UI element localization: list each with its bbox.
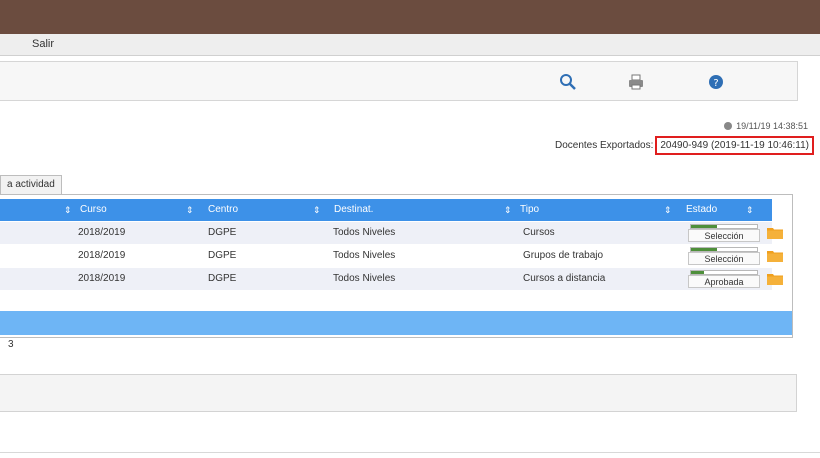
table-row[interactable]: 2018/2019 DGPE Todos Niveles Grupos de t…	[0, 245, 783, 267]
cell-curso: 2018/2019	[78, 273, 126, 284]
status-badge: Selección	[688, 224, 760, 243]
lower-panel	[0, 374, 797, 412]
grid-footer	[0, 311, 792, 335]
cell-tipo: Cursos a distancia	[523, 273, 606, 284]
cell-destinat: Todos Niveles	[333, 227, 396, 238]
export-info: Docentes Exportados: 20490-949 (2019-11-…	[555, 136, 814, 155]
tab-actividad[interactable]: a actividad	[0, 175, 62, 194]
sort-icon[interactable]: ⇕	[504, 199, 512, 221]
cell-curso: 2018/2019	[78, 227, 126, 238]
help-icon[interactable]: ?	[704, 70, 728, 94]
status-progress-fill	[691, 248, 718, 251]
menu-item-salir[interactable]: Salir	[32, 38, 54, 50]
sort-icon[interactable]: ⇕	[186, 199, 194, 221]
status-label: Selección	[688, 229, 760, 242]
column-header-tipo[interactable]: Tipo	[520, 199, 539, 221]
search-icon[interactable]	[556, 70, 580, 94]
status-progress-fill	[691, 225, 718, 228]
column-header-centro[interactable]: Centro	[208, 199, 238, 221]
cell-destinat: Todos Niveles	[333, 273, 396, 284]
export-value: 20490-949 (2019-11-19 10:46:11)	[655, 136, 814, 155]
status-label: Selección	[688, 252, 760, 265]
folder-icon[interactable]	[767, 226, 783, 239]
pager-text: 3	[8, 339, 14, 350]
cell-tipo: Grupos de trabajo	[523, 250, 604, 261]
cell-destinat: Todos Niveles	[333, 250, 396, 261]
window-titlebar	[0, 0, 820, 34]
svg-text:?: ?	[713, 78, 718, 89]
status-progress-fill	[691, 271, 705, 274]
cell-centro: DGPE	[208, 227, 237, 238]
status-label: Aprobada	[688, 275, 760, 288]
cell-curso: 2018/2019	[78, 250, 126, 261]
sort-icon[interactable]: ⇕	[664, 199, 672, 221]
timestamp-text: 19/11/19 14:38:51	[736, 121, 808, 131]
cell-tipo: Cursos	[523, 227, 555, 238]
export-label: Docentes Exportados:	[554, 140, 654, 151]
printer-icon[interactable]	[624, 70, 648, 94]
cell-centro: DGPE	[208, 273, 237, 284]
divider	[0, 452, 820, 453]
table-row[interactable]: 2018/2019 DGPE Todos Niveles Cursos Sele…	[0, 222, 783, 244]
folder-icon[interactable]	[767, 249, 783, 262]
sort-icon[interactable]: ⇕	[313, 199, 321, 221]
clock-icon	[724, 122, 733, 130]
table-row[interactable]: 2018/2019 DGPE Todos Niveles Cursos a di…	[0, 268, 783, 290]
column-header-estado[interactable]: Estado	[686, 199, 717, 221]
column-header-curso[interactable]: Curso	[80, 199, 107, 221]
menu-bar: Salir	[0, 34, 820, 56]
sort-icon[interactable]: ⇕	[746, 199, 754, 221]
cell-centro: DGPE	[208, 250, 237, 261]
status-badge: Aprobada	[688, 270, 760, 289]
grid-header: ⇕ Curso ⇕ Centro ⇕ Destinat. ⇕ Tipo ⇕ Es…	[0, 199, 772, 221]
sort-icon[interactable]: ⇕	[64, 199, 72, 221]
column-header-destinat[interactable]: Destinat.	[334, 199, 373, 221]
timestamp-info: 19/11/19 14:38:51	[724, 121, 808, 131]
folder-icon[interactable]	[767, 272, 783, 285]
data-grid: ⇕ Curso ⇕ Centro ⇕ Destinat. ⇕ Tipo ⇕ Es…	[0, 194, 793, 338]
toolbar: ?	[0, 61, 798, 101]
status-badge: Selección	[688, 247, 760, 266]
